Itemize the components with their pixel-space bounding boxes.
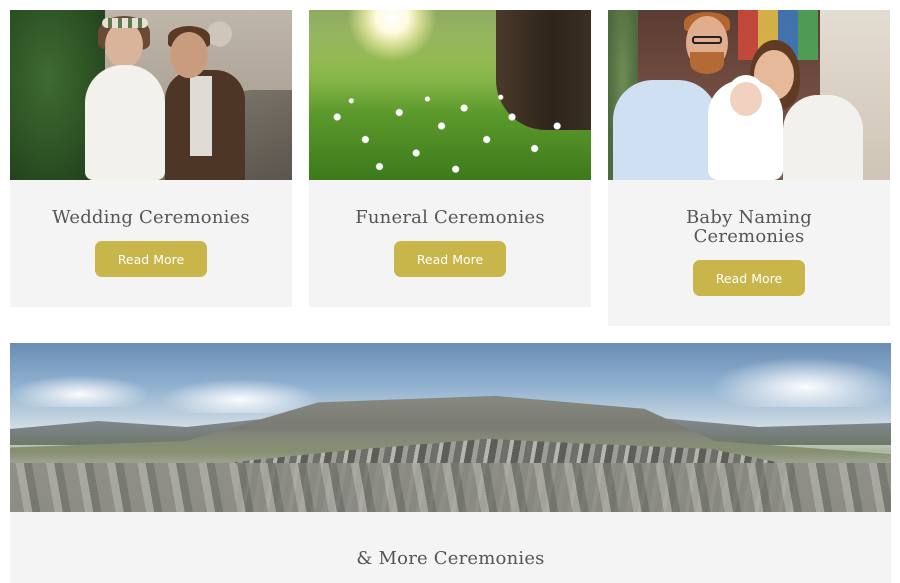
read-more-wedding-button[interactable]: Read More [95,241,207,277]
card-title-funeral: Funeral Ceremonies [355,207,545,228]
more-ceremonies-banner: & More Ceremonies [10,343,891,583]
funeral-photo [309,10,591,180]
card-title-wedding: Wedding Ceremonies [52,207,250,228]
read-more-baby-naming-button[interactable]: Read More [693,260,805,296]
read-more-funeral-button[interactable]: Read More [394,241,506,277]
wedding-photo [10,10,292,180]
card-wedding: Wedding Ceremonies Read More [10,10,292,307]
ceremonies-page: Wedding Ceremonies Read More Funeral Cer… [0,0,900,583]
landscape-photo [10,343,891,512]
card-title-baby-naming: Baby Naming Ceremonies [686,207,812,247]
card-funeral: Funeral Ceremonies Read More [309,10,591,307]
baby-naming-photo [608,10,890,180]
card-baby-naming: Baby Naming Ceremonies Read More [608,10,890,326]
banner-title: & More Ceremonies [356,548,545,569]
